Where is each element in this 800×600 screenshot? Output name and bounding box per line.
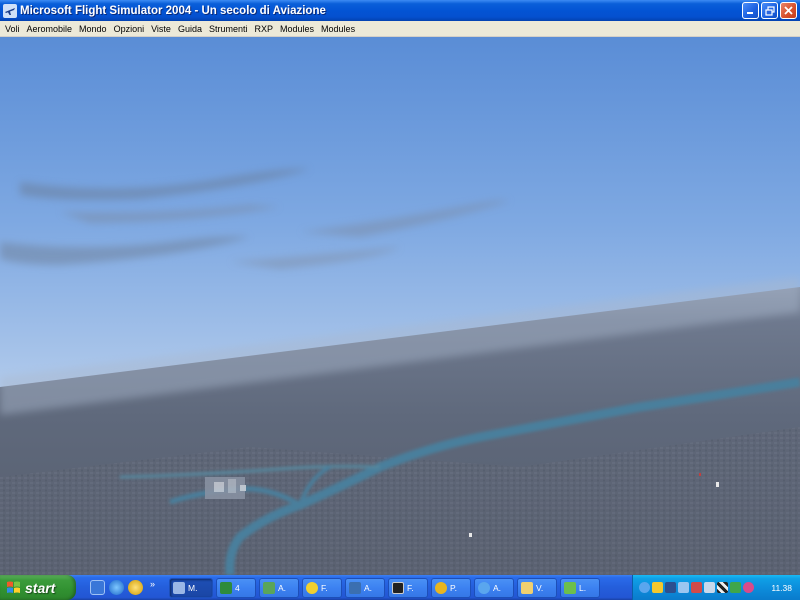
task-label: A. [364, 582, 373, 593]
scenery-render [0, 37, 800, 575]
media-player-icon[interactable] [128, 580, 143, 595]
globe-icon [263, 581, 276, 594]
user-icon[interactable] [704, 582, 715, 593]
close-icon [784, 6, 793, 15]
menu-modules[interactable]: Modules [277, 24, 318, 34]
menu-rxp[interactable]: RXP [252, 24, 278, 34]
connection-icon[interactable] [730, 582, 741, 593]
simulator-3d-view[interactable] [0, 37, 800, 575]
menu-opzioni[interactable]: Opzioni [111, 24, 149, 34]
player-icon [435, 581, 448, 594]
network-icon [564, 581, 577, 594]
task-folder[interactable]: V. [517, 577, 558, 598]
task-fs[interactable]: F. [302, 577, 343, 598]
task-label: A. [493, 582, 502, 593]
monitor-icon[interactable] [678, 582, 689, 593]
restore-button[interactable] [761, 2, 778, 19]
taskbar: start » M. 4 A. F. A. F. P. A. V. L. 11.… [0, 575, 800, 600]
monitor-icon [392, 581, 405, 594]
internet-explorer-icon[interactable] [109, 580, 124, 595]
system-tray: 11.38 [632, 575, 800, 600]
restore-icon [764, 5, 775, 16]
task-label: F. [321, 582, 328, 593]
menu-modules-2[interactable]: Modules [318, 24, 359, 34]
task-monitor[interactable]: F. [388, 577, 429, 598]
excel-icon [220, 581, 233, 594]
task-globe[interactable]: A. [259, 577, 300, 598]
antivirus-icon[interactable] [743, 582, 754, 593]
start-label: start [25, 579, 56, 596]
folder-icon [521, 581, 534, 594]
task-label: M. [188, 582, 198, 593]
task-excel[interactable]: 4 [216, 577, 257, 598]
task-label: A. [278, 582, 287, 593]
minimize-icon [747, 12, 753, 14]
menu-mondo[interactable]: Mondo [76, 24, 111, 34]
fs-icon [306, 581, 319, 594]
task-label: 4 [235, 582, 240, 593]
internet-explorer-icon [478, 581, 491, 594]
outlook-express-icon[interactable] [90, 580, 105, 595]
menu-voli[interactable]: Voli [2, 24, 24, 34]
ie-tray-icon[interactable] [639, 582, 650, 593]
task-network[interactable]: L. [560, 577, 601, 598]
task-label: F. [407, 582, 414, 593]
quicklaunch-chevron[interactable]: » [150, 579, 155, 589]
app-icon [349, 581, 362, 594]
airplane-icon [173, 581, 186, 594]
display-icon[interactable] [691, 582, 702, 593]
windows-logo-icon [7, 581, 20, 593]
airplane-icon [3, 3, 17, 18]
menu-strumenti[interactable]: Strumenti [206, 24, 252, 34]
task-label: L. [579, 582, 587, 593]
checker-icon[interactable] [717, 582, 728, 593]
title-bar[interactable]: Microsoft Flight Simulator 2004 - Un sec… [0, 0, 800, 21]
task-flight-simulator[interactable]: M. [169, 577, 214, 598]
network-icon[interactable] [665, 582, 676, 593]
menu-bar: Voli Aeromobile Mondo Opzioni Viste Guid… [0, 21, 800, 37]
task-label: V. [536, 582, 544, 593]
task-label: P. [450, 582, 457, 593]
clock[interactable]: 11.38 [771, 583, 792, 593]
menu-aeromobile[interactable]: Aeromobile [24, 24, 77, 34]
window-title: Microsoft Flight Simulator 2004 - Un sec… [20, 4, 326, 17]
minimize-button[interactable] [742, 2, 759, 19]
start-button[interactable]: start [0, 575, 76, 600]
close-button[interactable] [780, 2, 797, 19]
task-app[interactable]: A. [345, 577, 386, 598]
task-internet-explorer[interactable]: A. [474, 577, 515, 598]
menu-guida[interactable]: Guida [175, 24, 206, 34]
quick-launch: » [90, 579, 155, 595]
menu-viste[interactable]: Viste [148, 24, 175, 34]
task-player[interactable]: P. [431, 577, 472, 598]
shield-icon[interactable] [652, 582, 663, 593]
